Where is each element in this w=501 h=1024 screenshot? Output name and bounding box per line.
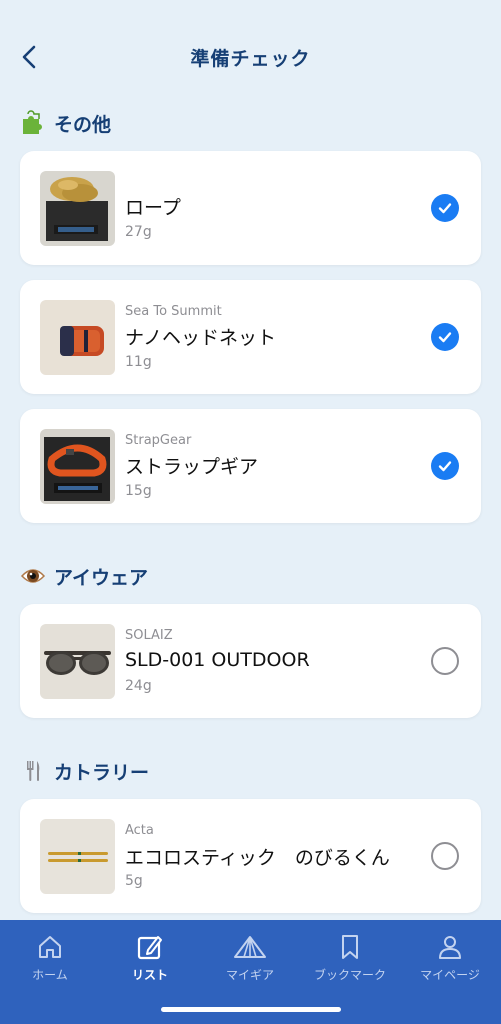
tab-my-gear[interactable]: マイギア: [200, 932, 300, 984]
item-brand: Acta: [125, 823, 154, 838]
sunglasses-photo: [40, 624, 115, 699]
tab-bookmark[interactable]: ブックマーク: [300, 932, 400, 984]
gear-card[interactable]: Acta エコロスティック のびるくん 5g: [20, 799, 481, 913]
checkmark-icon: [438, 461, 452, 472]
check-button[interactable]: [431, 647, 459, 675]
checkmark-icon: [438, 332, 452, 343]
edit-icon: [136, 932, 164, 962]
section-title: アイウェア: [54, 566, 149, 589]
home-icon: [36, 932, 64, 962]
headnet-photo: [40, 300, 115, 375]
tab-label: ホーム: [32, 968, 68, 982]
page-title: 準備チェック: [190, 47, 311, 70]
eye-icon: [20, 563, 46, 589]
item-name: SLD-001 OUTDOOR: [125, 649, 310, 671]
section-header-eyewear: アイウェア: [20, 561, 148, 591]
tab-my-page[interactable]: マイページ: [400, 932, 500, 984]
home-indicator: [161, 1007, 341, 1012]
tab-label: リスト: [131, 968, 168, 982]
check-button[interactable]: [431, 452, 459, 480]
check-button[interactable]: [431, 842, 459, 870]
tab-home[interactable]: ホーム: [0, 932, 100, 984]
chopsticks-photo: [40, 819, 115, 894]
section-header-cutlery: カトラリー: [20, 756, 149, 786]
item-weight: 11g: [125, 354, 152, 370]
gear-card[interactable]: SOLAIZ SLD-001 OUTDOOR 24g: [20, 604, 481, 718]
section-title: その他: [54, 113, 112, 136]
gear-card[interactable]: ロープ 27g: [20, 151, 481, 265]
item-weight: 15g: [125, 483, 152, 499]
strap-photo: [40, 429, 115, 504]
gear-card[interactable]: StrapGear ストラップギア 15g: [20, 409, 481, 523]
tab-label: マイギア: [225, 968, 274, 982]
tab-label: ブックマーク: [313, 968, 386, 982]
item-weight: 27g: [125, 224, 152, 240]
item-name: エコロスティック のびるくん: [125, 847, 390, 869]
check-button[interactable]: [431, 194, 459, 222]
puzzle-icon: [20, 110, 46, 136]
fork-knife-icon: [20, 758, 46, 784]
rope-photo: [40, 171, 115, 246]
item-brand: StrapGear: [125, 433, 192, 448]
tab-list[interactable]: リスト: [100, 932, 200, 984]
nav-bar: 準備チェック: [0, 34, 501, 80]
chevron-left-icon: [22, 45, 36, 69]
item-weight: 5g: [125, 873, 143, 889]
gear-card[interactable]: Sea To Summit ナノヘッドネット 11g: [20, 280, 481, 394]
section-header-other: その他: [20, 108, 111, 138]
item-name: ロープ: [125, 197, 181, 219]
item-weight: 24g: [125, 678, 152, 694]
section-title: カトラリー: [54, 761, 150, 784]
tent-icon: [233, 932, 267, 962]
tab-label: マイページ: [420, 968, 480, 982]
item-brand: SOLAIZ: [125, 628, 173, 643]
back-button[interactable]: [14, 42, 44, 72]
checkmark-icon: [438, 203, 452, 214]
check-button[interactable]: [431, 323, 459, 351]
item-brand: Sea To Summit: [125, 304, 222, 319]
person-icon: [437, 932, 463, 962]
bookmark-icon: [339, 932, 361, 962]
item-name: ナノヘッドネット: [125, 327, 277, 349]
item-name: ストラップギア: [125, 456, 259, 478]
